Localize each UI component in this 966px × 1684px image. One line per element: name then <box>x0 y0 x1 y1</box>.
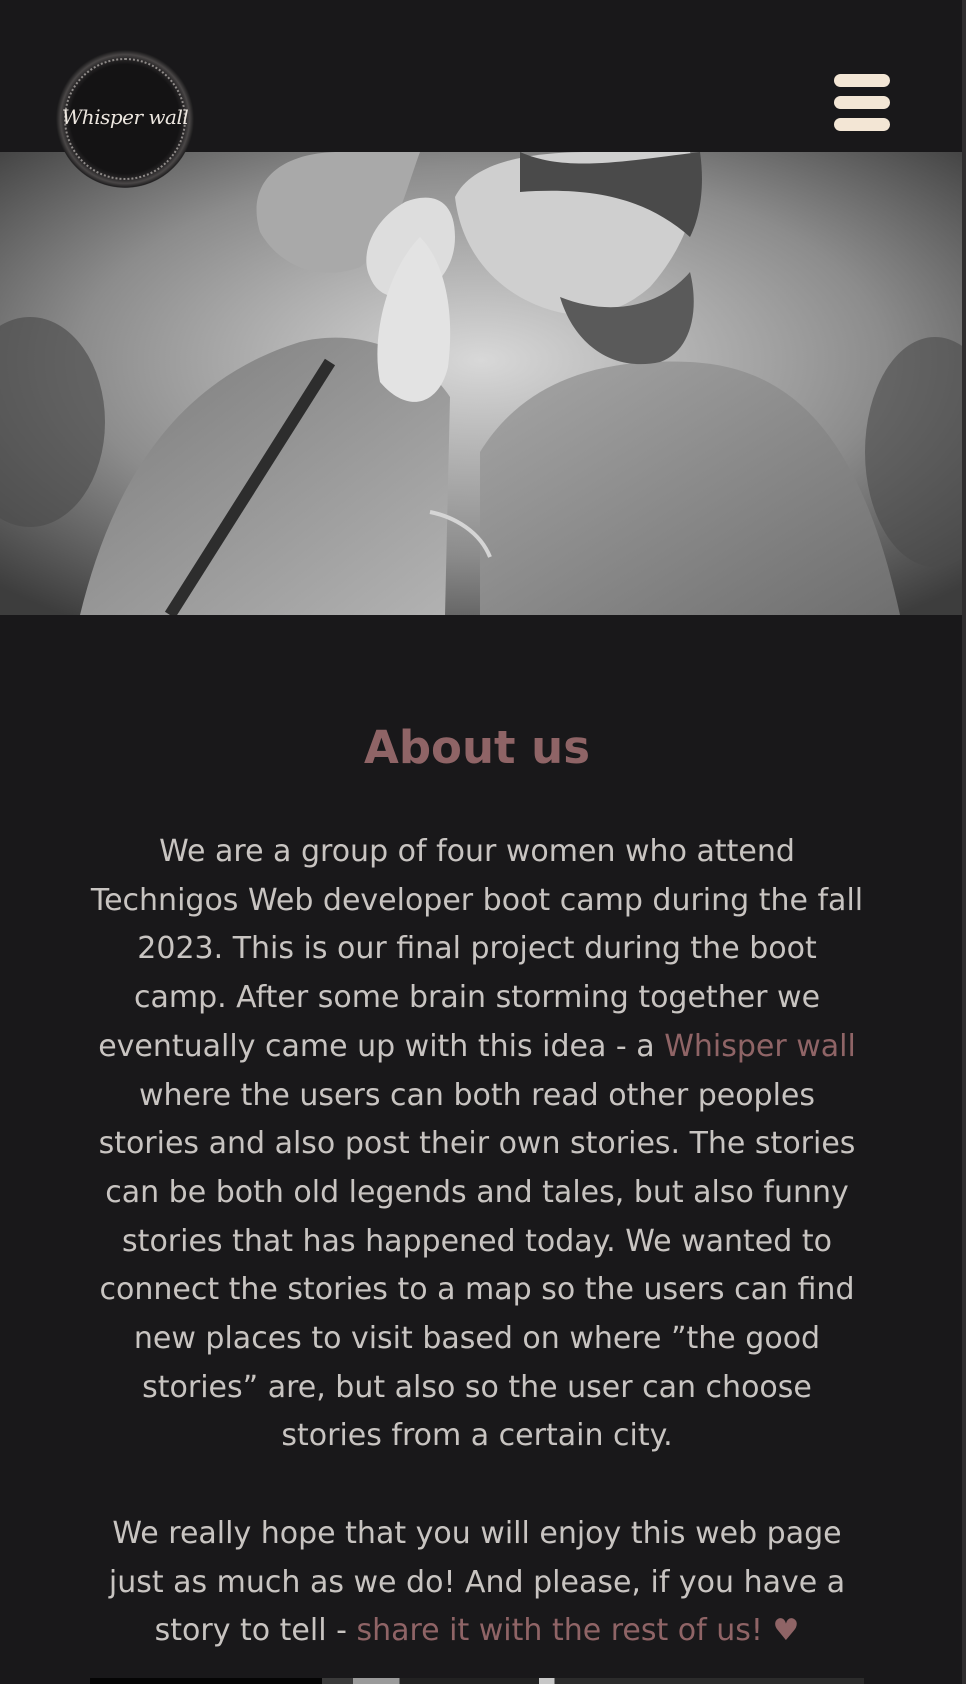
about-paragraph-1: We are a group of four women who attend … <box>90 828 864 1461</box>
about-section: About us We are a group of four women wh… <box>90 718 864 1656</box>
share-stories-link[interactable]: share it with the rest of us! <box>356 1613 762 1648</box>
couple-whispering-photo <box>0 152 962 615</box>
next-section-image-edge <box>90 1678 864 1684</box>
whisper-wall-highlight: Whisper wall <box>664 1028 856 1064</box>
about-text-part: where the users can both read other peop… <box>98 1077 856 1454</box>
about-title: About us <box>364 721 590 774</box>
scrollbar[interactable] <box>962 0 966 1684</box>
menu-line <box>834 118 890 131</box>
about-paragraph-2: We really hope that you will enjoy this … <box>90 1510 864 1656</box>
hero-image <box>0 152 962 615</box>
hamburger-menu-icon[interactable] <box>834 74 890 132</box>
menu-line <box>834 74 890 87</box>
heart-icon: ♥ <box>772 1613 800 1649</box>
whisper-wall-logo[interactable]: Whisper wall <box>56 50 194 188</box>
menu-line <box>834 96 890 109</box>
logo-text: Whisper wall <box>61 105 189 129</box>
